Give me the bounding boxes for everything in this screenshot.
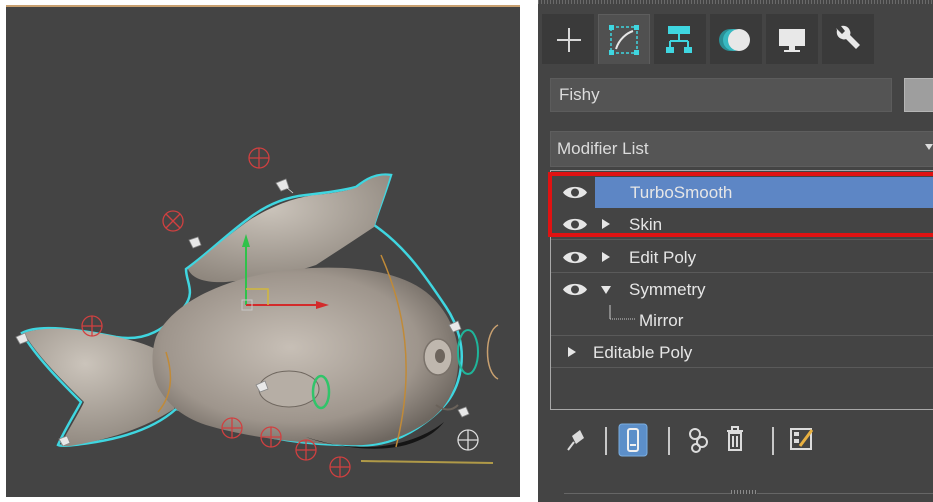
- stack-item-turbosmooth[interactable]: TurboSmooth: [551, 177, 933, 208]
- eye-icon[interactable]: [562, 184, 588, 201]
- modifier-list-dropdown[interactable]: Modifier List: [550, 131, 933, 167]
- monitor-icon: [779, 29, 805, 52]
- stack-item-label: Mirror: [639, 311, 684, 330]
- stack-item-label: Editable Poly: [593, 343, 693, 362]
- eye-icon[interactable]: [562, 249, 588, 266]
- motion-icon: [719, 29, 750, 51]
- utilities-tab[interactable]: [822, 14, 874, 64]
- wrench-icon: [836, 25, 860, 49]
- stack-item-skin[interactable]: Skin: [551, 209, 933, 240]
- create-tab[interactable]: [542, 14, 594, 64]
- resize-grip[interactable]: [731, 490, 757, 494]
- motion-tab[interactable]: [710, 14, 762, 64]
- toolbar-separator: [772, 427, 774, 455]
- divider: [551, 272, 933, 273]
- divider: [551, 335, 933, 336]
- hierarchy-tab[interactable]: [654, 14, 706, 64]
- toolbar-separator: [605, 427, 607, 455]
- stack-item-label: Symmetry: [629, 280, 706, 299]
- modify-curve-icon: [609, 25, 639, 55]
- object-name-field[interactable]: Fishy: [550, 78, 892, 112]
- ground-line: [360, 460, 494, 464]
- plus-icon: [557, 28, 581, 52]
- remove-modifier-button[interactable]: [720, 420, 750, 460]
- hierarchy-icon: [666, 26, 692, 53]
- dropdown-arrow-icon: [925, 144, 933, 150]
- dorsal-fin: [188, 175, 390, 283]
- configure-modifier-sets-button[interactable]: [786, 420, 816, 460]
- modifier-stack: TurboSmooth Skin Edit Poly Symmetry Mirr…: [550, 170, 933, 410]
- stack-item-label: TurboSmooth: [630, 183, 733, 202]
- divider: [551, 367, 933, 368]
- divider: [551, 239, 933, 240]
- modifier-list-label: Modifier List: [557, 139, 649, 158]
- collapse-arrow-icon[interactable]: [601, 286, 611, 294]
- fish-body: [152, 267, 459, 446]
- stack-item-mirror[interactable]: Mirror: [551, 305, 933, 336]
- pin-stack-button[interactable]: [560, 420, 590, 460]
- expand-arrow-icon[interactable]: [602, 219, 610, 229]
- eye-icon[interactable]: [562, 216, 588, 233]
- show-end-result-button[interactable]: [618, 420, 648, 460]
- tree-connector-icon: [609, 305, 635, 320]
- fish-pupil: [435, 349, 445, 363]
- expand-arrow-icon[interactable]: [568, 347, 576, 357]
- stack-item-symmetry[interactable]: Symmetry: [551, 274, 933, 305]
- make-unique-icon: [689, 428, 708, 453]
- pin-icon: [567, 430, 584, 451]
- configure-sets-icon: [790, 428, 814, 450]
- toolbar-separator: [668, 427, 670, 455]
- stack-item-edit-poly[interactable]: Edit Poly: [551, 242, 933, 273]
- viewport-scene[interactable]: [6, 7, 520, 497]
- stack-item-label: Edit Poly: [629, 248, 697, 267]
- stack-item-editable-poly[interactable]: Editable Poly: [551, 337, 933, 368]
- mouth-ring-outer: [486, 324, 499, 380]
- stack-item-label: Skin: [629, 215, 663, 234]
- modify-tab[interactable]: [598, 14, 650, 64]
- make-unique-button[interactable]: [684, 420, 714, 460]
- panel-drag-grip[interactable]: [538, 0, 933, 4]
- object-color-swatch[interactable]: [904, 78, 933, 112]
- display-tab[interactable]: [766, 14, 818, 64]
- helper-marker-white[interactable]: [457, 429, 479, 451]
- expand-arrow-icon[interactable]: [602, 252, 610, 262]
- command-panel: Fishy Modifier List TurboSmooth Skin Edi…: [538, 0, 933, 502]
- trash-icon: [727, 426, 743, 451]
- viewport[interactable]: [6, 5, 520, 497]
- eye-icon[interactable]: [562, 281, 588, 298]
